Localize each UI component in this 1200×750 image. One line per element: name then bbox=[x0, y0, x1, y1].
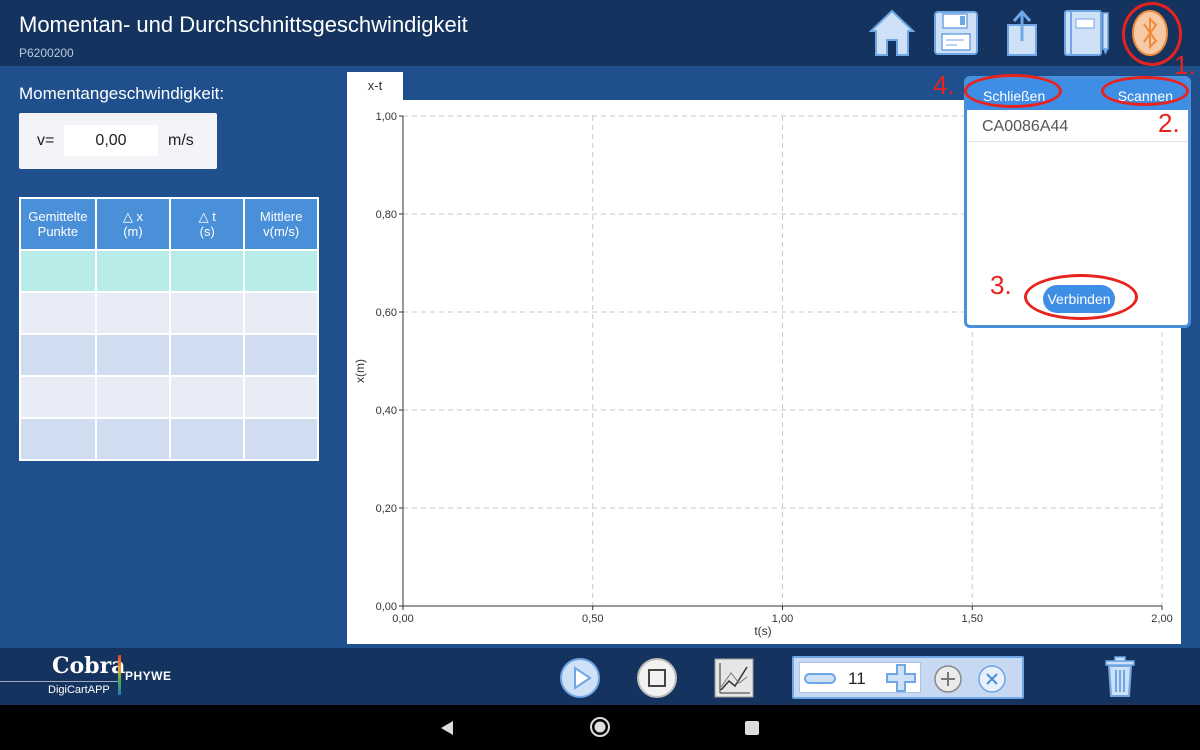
logo-color-bar bbox=[118, 655, 121, 695]
annotation-number-2: 2. bbox=[1158, 108, 1180, 138]
nav-back-button[interactable] bbox=[438, 719, 456, 742]
play-button[interactable] bbox=[558, 656, 602, 700]
trash-icon bbox=[1105, 656, 1135, 697]
column-header-dt: △ t (s) bbox=[169, 197, 246, 251]
home-circle-icon bbox=[590, 717, 610, 737]
annotation-circle-close bbox=[964, 74, 1062, 108]
save-button[interactable] bbox=[928, 4, 984, 62]
export-icon bbox=[1007, 9, 1037, 56]
velocity-display: v= 0,00 m/s bbox=[19, 113, 217, 169]
x-axis-label: t(s) bbox=[754, 624, 771, 638]
home-button[interactable] bbox=[864, 4, 920, 62]
stepper-value[interactable]: 11 bbox=[848, 669, 866, 689]
table-row[interactable] bbox=[19, 249, 319, 293]
back-icon bbox=[441, 721, 453, 735]
x-tick-label: 1,50 bbox=[962, 613, 983, 625]
y-tick-label: 1,00 bbox=[376, 111, 397, 123]
chart-icon bbox=[714, 658, 754, 698]
momentary-velocity-label: Momentangeschwindigkeit: bbox=[19, 84, 225, 103]
y-tick-label: 0,00 bbox=[376, 601, 397, 613]
android-navigation-bar bbox=[0, 705, 1200, 750]
delete-button[interactable] bbox=[1098, 654, 1142, 700]
column-header-dx: △ x (m) bbox=[94, 197, 172, 251]
y-tick-label: 0,80 bbox=[376, 209, 397, 221]
page-title: Momentan- und Durchschnittsgeschwindigke… bbox=[19, 12, 468, 37]
velocity-unit: m/s bbox=[168, 132, 194, 149]
table-header-row: Gemittelte Punkte △ x (m) △ t (s) Mittlere v… bbox=[19, 197, 319, 251]
table-row[interactable] bbox=[19, 291, 319, 335]
average-velocity-table: Gemittelte Punkte △ x (m) △ t (s) Mittlere v… bbox=[19, 197, 319, 461]
notebook-button[interactable] bbox=[1058, 4, 1114, 62]
x-tick-label: 0,50 bbox=[582, 613, 603, 625]
annotation-circle-connect bbox=[1024, 274, 1138, 320]
y-axis-label: x(m) bbox=[353, 359, 367, 383]
stop-button[interactable] bbox=[635, 656, 679, 700]
add-circle-icon bbox=[934, 665, 962, 693]
stop-icon bbox=[637, 658, 677, 698]
add-button[interactable] bbox=[932, 663, 964, 700]
velocity-value: 0,00 bbox=[64, 125, 158, 156]
velocity-label: v= bbox=[37, 132, 55, 149]
recents-icon bbox=[745, 721, 759, 735]
logo-brand-text: PHYWE bbox=[125, 669, 172, 683]
x-tick-label: 0,00 bbox=[392, 613, 413, 625]
increment-button[interactable] bbox=[884, 662, 918, 699]
nav-recents-button[interactable] bbox=[744, 720, 760, 741]
save-icon bbox=[934, 11, 978, 55]
column-header-points: Gemittelte Punkte bbox=[19, 197, 97, 251]
annotation-number-4: 4. bbox=[933, 70, 955, 100]
remove-button[interactable] bbox=[976, 663, 1008, 700]
logo-sub-text: DigiCartAPP bbox=[48, 684, 110, 696]
app-header: Momentan- und Durchschnittsgeschwindigke… bbox=[0, 0, 1200, 66]
table-row[interactable] bbox=[19, 417, 319, 461]
logo-line bbox=[0, 681, 118, 682]
decrement-button[interactable] bbox=[803, 666, 837, 695]
annotation-number-3: 3. bbox=[990, 270, 1012, 300]
minus-icon bbox=[804, 673, 836, 684]
y-tick-label: 0,20 bbox=[376, 503, 397, 515]
annotation-number-1: 1. bbox=[1174, 50, 1196, 80]
y-tick-label: 0,40 bbox=[376, 405, 397, 417]
x-tick-label: 2,00 bbox=[1151, 613, 1172, 625]
table-row[interactable] bbox=[19, 333, 319, 377]
logo-main-text: Cobra bbox=[52, 653, 126, 679]
annotation-circle-bluetooth bbox=[1122, 2, 1182, 66]
tab-x-t[interactable]: x-t bbox=[347, 72, 403, 100]
close-circle-icon bbox=[978, 665, 1006, 693]
column-header-avg-v: Mittlere v(m/s) bbox=[243, 197, 319, 251]
export-button[interactable] bbox=[994, 4, 1050, 62]
y-tick-label: 0,60 bbox=[376, 307, 397, 319]
device-list-item[interactable]: CA0086A44 bbox=[967, 110, 1188, 142]
table-row[interactable] bbox=[19, 375, 319, 419]
plus-icon bbox=[886, 664, 916, 692]
home-icon bbox=[868, 9, 916, 56]
stepper-field: 11 bbox=[799, 662, 921, 693]
experiment-code: P6200200 bbox=[19, 46, 74, 60]
device-name: CA0086A44 bbox=[982, 118, 1069, 135]
play-icon bbox=[560, 658, 600, 698]
cobra-logo: Cobra DigiCartAPP PHYWE bbox=[0, 653, 178, 701]
chart-button[interactable] bbox=[712, 656, 756, 700]
notebook-icon bbox=[1064, 10, 1109, 56]
value-stepper: 11 bbox=[792, 656, 1024, 699]
x-tick-label: 1,00 bbox=[772, 613, 793, 625]
nav-home-button[interactable] bbox=[589, 716, 611, 743]
